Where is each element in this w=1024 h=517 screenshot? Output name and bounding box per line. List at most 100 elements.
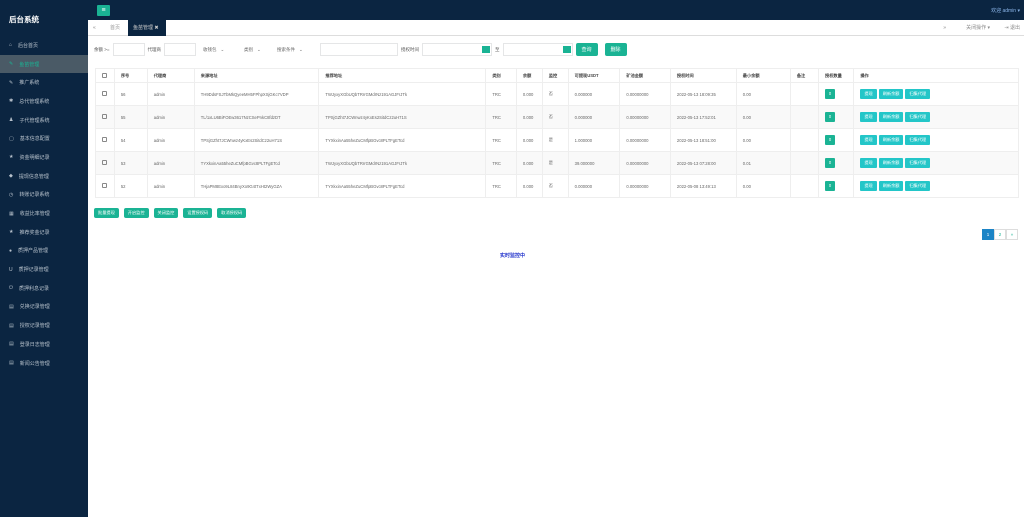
table-cell: admin <box>146 128 195 152</box>
sidebar-item[interactable]: ✎ 鱼苗管理 <box>0 54 88 74</box>
collect-button[interactable]: 归集代理 <box>905 135 931 145</box>
bulk-action-button[interactable]: 取消授权码 <box>217 208 247 218</box>
close-ops-menu[interactable]: 关闭操作 ▾ <box>966 20 990 36</box>
tab-scroll-left-icon[interactable]: « <box>93 20 96 36</box>
collect-button[interactable]: 归集代理 <box>905 181 931 191</box>
sidebar-item[interactable]: ⌂ 后台首页 <box>0 36 88 55</box>
sidebar-item[interactable]: ▤ 登录日志管理 <box>0 335 88 354</box>
sidebar-item-label: 总代管理系统 <box>19 98 50 105</box>
collect-button[interactable]: 归集代理 <box>905 158 931 168</box>
user-menu[interactable]: 欢迎 admin ▾ <box>991 7 1020 14</box>
page-button[interactable]: 1 <box>982 229 994 240</box>
logout-link[interactable]: ⇥ 退出 <box>1004 20 1020 36</box>
select-all-checkbox[interactable] <box>95 68 115 83</box>
auth-count-badge[interactable]: 0 <box>825 89 836 99</box>
type-select[interactable]: 类别 ⌄ <box>240 43 270 56</box>
table-cell: THjaPM8Exo9L84BnyXo9G4tTxHt2WyGZA <box>193 174 320 198</box>
refresh-balance-button[interactable]: 刷新余额 <box>878 158 904 168</box>
table-cell: TWJyxyXGbUQbTRrrGMdrNz191AGJFrJTk <box>318 82 487 106</box>
row-checkbox-cell[interactable] <box>95 174 115 198</box>
balance-input[interactable] <box>112 43 145 56</box>
sidebar-item[interactable]: ◷ 转账记录系统 <box>0 186 88 205</box>
sidebar-item-label: 转账记录系统 <box>19 192 50 199</box>
sidebar-item[interactable]: ♟ 子代管理系统 <box>0 111 88 130</box>
page-button[interactable]: 2 <box>994 229 1006 240</box>
tab-current[interactable]: 鱼苗管理 ✖ <box>128 20 166 36</box>
sidebar-item[interactable]: ✱ 总代管理系统 <box>0 92 88 111</box>
collect-button[interactable]: 归集代理 <box>905 89 931 99</box>
tab-scroll-right-icon[interactable]: » <box>943 20 946 36</box>
agent-label: 代理商 <box>147 46 162 52</box>
search-button[interactable]: 查询 <box>575 43 598 56</box>
row-checkbox-cell[interactable] <box>95 151 115 175</box>
table-cell: TYXkxinAa55heZuCMfpBGvc8PLTFgETcd <box>318 128 487 152</box>
end-date-input[interactable] <box>502 43 573 56</box>
calendar-icon[interactable] <box>482 46 491 53</box>
sidebar-item[interactable]: ★ 推荐奖金记录 <box>0 223 88 242</box>
comment-icon: ● <box>9 247 13 254</box>
checkbox[interactable] <box>102 137 107 142</box>
page-button[interactable]: » <box>1006 229 1018 240</box>
file-icon: ▢ <box>9 135 14 142</box>
table-cell: 54 <box>113 128 148 152</box>
sidebar-item[interactable]: ⏻ 质押利息记录 <box>0 279 88 298</box>
sidebar-item[interactable]: ✎ 推广系统 <box>0 73 88 92</box>
bulk-action-button[interactable]: 设置授权码 <box>183 208 213 218</box>
row-checkbox-cell[interactable] <box>95 82 115 106</box>
bulk-action-button[interactable]: 开启监控 <box>123 208 149 218</box>
sidebar-item[interactable]: ▤ 授权记录管理 <box>0 316 88 335</box>
checkbox[interactable] <box>102 160 107 165</box>
withdraw-button[interactable]: 提现 <box>860 181 877 191</box>
withdraw-button[interactable]: 提现 <box>860 89 877 99</box>
sidebar-item-label: 推荐奖金记录 <box>19 229 50 236</box>
checkbox[interactable] <box>102 72 107 78</box>
auth-count-badge[interactable]: 0 <box>825 135 836 145</box>
start-date-input[interactable] <box>422 43 493 56</box>
refresh-balance-button[interactable]: 刷新余额 <box>878 89 904 99</box>
collect-button[interactable]: 归集代理 <box>905 112 931 122</box>
menu-toggle-button[interactable]: ≡ <box>97 5 110 16</box>
sidebar-item[interactable]: ▢ 基本信息配置 <box>0 129 88 148</box>
checkbox[interactable] <box>102 114 107 119</box>
refresh-balance-button[interactable]: 刷新余额 <box>878 181 904 191</box>
sidebar-item[interactable]: ★ 资金明细记录 <box>0 148 88 167</box>
sidebar-item[interactable]: ▤ 新闻公告管理 <box>0 354 88 373</box>
table-cell: 0.000 <box>515 105 543 129</box>
bulk-action-button[interactable]: 关闭监控 <box>153 208 179 218</box>
table-cell: admin <box>146 151 195 175</box>
sidebar-item[interactable]: ● 质押产品管理 <box>0 242 88 261</box>
sidebar-item[interactable]: ▦ 收益比率管理 <box>0 204 88 223</box>
checkbox[interactable] <box>102 183 107 188</box>
sidebar-item[interactable]: U 质押记录管理 <box>0 260 88 279</box>
table-cell: TWJyxyXGbUQbTRrrGMdrNz191AGJFrJTk <box>318 151 487 175</box>
sidebar-item-label: 子代管理系统 <box>19 117 50 124</box>
pagination: 1 2» <box>982 229 1018 240</box>
balance-label: 余额 >= <box>94 46 110 52</box>
copy-icon: ▤ <box>9 303 14 310</box>
monitor-select[interactable]: 收钱包 ⌄ <box>199 43 237 56</box>
auth-count-badge[interactable]: 0 <box>825 158 836 168</box>
auth-count-badge[interactable]: 0 <box>825 112 836 122</box>
agent-input[interactable] <box>164 43 197 56</box>
refresh-balance-button[interactable]: 刷新余额 <box>878 112 904 122</box>
withdraw-button[interactable]: 提现 <box>860 158 877 168</box>
tab-home[interactable]: 首页 <box>110 20 120 36</box>
actions-cell: 提现 刷新余额 归集代理 <box>853 105 1019 129</box>
bulk-action-button[interactable]: 批量提现 <box>94 208 119 218</box>
close-icon[interactable]: ✖ <box>154 25 158 31</box>
refresh-balance-button[interactable]: 刷新余额 <box>878 135 904 145</box>
search-condition-select[interactable]: 搜索条件 ⌄ <box>273 43 317 56</box>
table-cell: 0.00000000 <box>619 174 671 198</box>
sidebar-item[interactable]: ▤ 兑换记录管理 <box>0 298 88 317</box>
search-input[interactable] <box>320 43 399 56</box>
checkbox[interactable] <box>102 91 107 96</box>
withdraw-button[interactable]: 提现 <box>860 112 877 122</box>
table-cell <box>789 128 820 152</box>
calendar-icon[interactable] <box>562 46 571 53</box>
delete-button[interactable]: 删除 <box>604 43 627 56</box>
row-checkbox-cell[interactable] <box>95 105 115 129</box>
sidebar-item[interactable]: ◆ 提现信息管理 <box>0 167 88 186</box>
row-checkbox-cell[interactable] <box>95 128 115 152</box>
auth-count-badge[interactable]: 0 <box>825 181 836 191</box>
withdraw-button[interactable]: 提现 <box>860 135 877 145</box>
